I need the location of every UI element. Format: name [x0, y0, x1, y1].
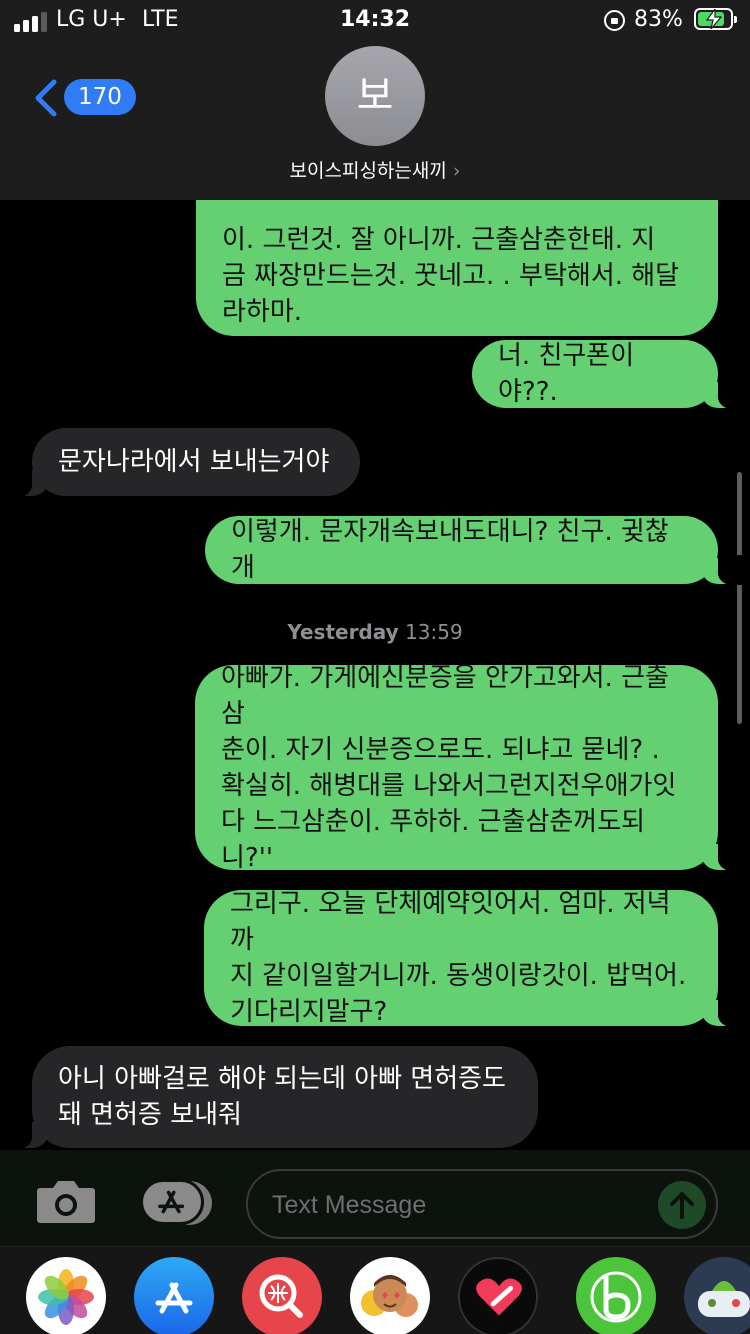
message-text: 이렇개. 문자개속보내도대니? 친구. 귖찮개 [231, 517, 669, 583]
message-composer [0, 1150, 750, 1246]
message-thread[interactable]: 이. 그런것. 잘 아니까. 근출삼춘한태. 지 금 짜장만드는것. 꿋네고. … [0, 0, 750, 1334]
battery-charging-icon [694, 8, 737, 30]
timestamp-time: 13:59 [405, 620, 463, 644]
imessage-app-drawer [0, 1246, 750, 1334]
send-button[interactable] [658, 1181, 706, 1229]
message-input[interactable] [272, 1185, 632, 1225]
message-bubble-sent[interactable]: 너. 친구폰이야??. [472, 340, 744, 409]
battery-percentage: 83% [634, 7, 683, 32]
message-bubble-received[interactable]: 아니 아빠걸로 해야 되는데 아빠 면허증도 돼 면허증 보내줘 [6, 1046, 538, 1149]
message-text: 그리구. 오늘 단체예약잇어서. 엄마. 저녁까 지 같이일할거니까. 동생이랑… [230, 889, 687, 1027]
chevron-left-icon [35, 79, 57, 117]
message-text: 이. 그런것. 잘 아니까. 근출삼춘한태. 지 금 짜장만드는것. 꿋네고. … [222, 225, 680, 327]
message-text: 문자나라에서 보내는거야 [58, 447, 330, 477]
message-text: 너. 친구폰이야??. [498, 341, 635, 407]
chevron-right-icon: › [452, 160, 461, 182]
back-button[interactable]: 170 [30, 76, 136, 120]
unread-count-badge: 170 [64, 79, 136, 115]
contact-avatar[interactable]: 보 [325, 46, 425, 146]
message-bubble-sent[interactable]: 그리구. 오늘 단체예약잇어서. 엄마. 저녁까 지 같이일할거니까. 동생이랑… [204, 889, 744, 1027]
contact-name-button[interactable]: 보이스피싱하는새끼 › [0, 156, 750, 183]
digital-touch-icon[interactable] [458, 1257, 538, 1334]
message-timestamp: Yesterday 13:59 [0, 620, 750, 644]
app-store-icon[interactable] [134, 1257, 214, 1334]
contact-name: 보이스피싱하는새끼 [289, 160, 447, 182]
message-bubble-sent[interactable]: 아빠가. 가게에신분증을 안가고와서. 근출삼 춘이. 자기 신분증으로도. 되… [195, 663, 744, 873]
app-store-button[interactable] [140, 1179, 214, 1225]
memoji-icon[interactable] [350, 1257, 430, 1334]
message-text: 아니 아빠걸로 해야 되는데 아빠 면허증도 돼 면허증 보내줘 [58, 1064, 506, 1130]
game-app-icon[interactable] [684, 1257, 750, 1334]
photos-icon[interactable] [26, 1257, 106, 1334]
bing-app-icon[interactable] [576, 1257, 656, 1334]
app-store-icon [140, 1179, 204, 1225]
message-input-field[interactable] [246, 1169, 718, 1239]
message-text: 아빠가. 가게에신분증을 안가고와서. 근출삼 춘이. 자기 신분증으로도. 되… [221, 662, 677, 873]
message-bubble-received[interactable]: 문자나라에서 보내는거야 [6, 428, 360, 497]
camera-icon[interactable] [36, 1178, 96, 1224]
status-bar: LG U+ LTE 14:32 83% [0, 0, 750, 44]
orientation-lock-icon [604, 10, 625, 31]
timestamp-day: Yesterday [287, 620, 399, 644]
scroll-indicator[interactable] [737, 472, 742, 724]
message-bubble-sent[interactable]: 이렇개. 문자개속보내도대니? 친구. 귖찮개 [205, 516, 744, 585]
web-search-icon[interactable] [242, 1257, 322, 1334]
arrow-up-icon [670, 1192, 694, 1219]
